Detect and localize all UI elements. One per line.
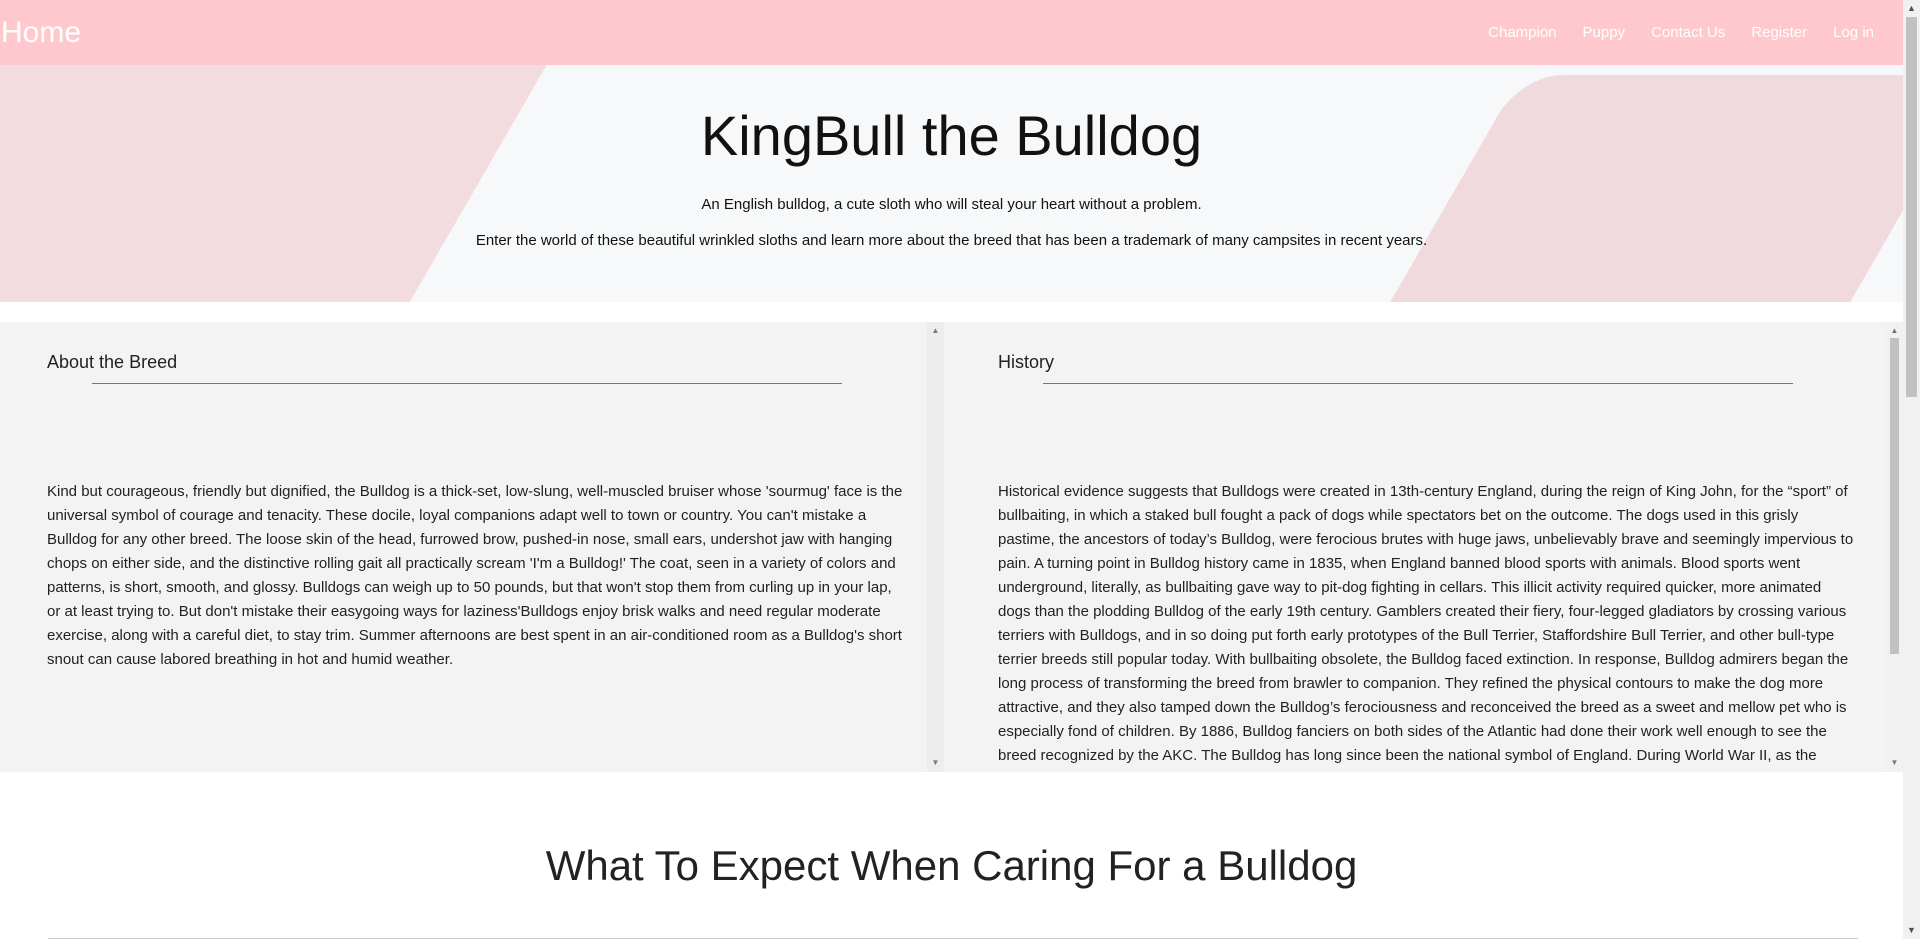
nav-links: Champion Puppy Contact Us Register Log i… bbox=[1475, 0, 1903, 65]
scroll-up-icon[interactable]: ▲ bbox=[1903, 0, 1920, 17]
hero-section: KingBull the Bulldog An English bulldog,… bbox=[0, 65, 1903, 302]
scroll-down-icon[interactable]: ▼ bbox=[927, 756, 944, 770]
history-text: Historical evidence suggests that Bulldo… bbox=[998, 483, 1854, 772]
history-scrollbar[interactable]: ▲ ▼ bbox=[1886, 322, 1903, 772]
history-title: History bbox=[998, 352, 1055, 372]
hero-title: KingBull the Bulldog bbox=[700, 104, 1203, 167]
about-text: Kind but courageous, friendly but dignif… bbox=[47, 483, 903, 668]
scroll-down-icon[interactable]: ▼ bbox=[1886, 756, 1903, 770]
about-divider bbox=[92, 383, 842, 384]
history-scrollbar-thumb[interactable] bbox=[1890, 338, 1899, 654]
care-title: What To Expect When Caring For a Bulldog bbox=[545, 842, 1358, 889]
scroll-down-icon[interactable]: ▼ bbox=[1903, 922, 1920, 939]
care-section: What To Expect When Caring For a Bulldog bbox=[0, 772, 1903, 939]
history-panel[interactable]: History Historical evidence suggests tha… bbox=[952, 322, 1903, 772]
about-title: About the Breed bbox=[47, 352, 178, 372]
hero-subtitle: An English bulldog, a cute sloth who wil… bbox=[701, 196, 1202, 213]
nav-link-log-in[interactable]: Log in bbox=[1820, 0, 1887, 65]
scroll-up-icon[interactable]: ▲ bbox=[927, 324, 944, 338]
nav-link-register[interactable]: Register bbox=[1738, 0, 1820, 65]
page: Home Champion Puppy Contact Us Register … bbox=[0, 0, 1903, 939]
window-scrollbar[interactable]: ▲ ▼ bbox=[1903, 0, 1920, 939]
about-scrollbar[interactable]: ▲ ▼ bbox=[927, 322, 944, 772]
scroll-up-icon[interactable]: ▲ bbox=[1886, 324, 1903, 338]
brand-home-link[interactable]: Home bbox=[0, 16, 81, 50]
about-panel[interactable]: About the Breed Kind but courageous, fri… bbox=[0, 322, 952, 772]
window-scrollbar-thumb[interactable] bbox=[1906, 17, 1917, 397]
nav-link-champion[interactable]: Champion bbox=[1475, 0, 1569, 65]
nav-link-puppy[interactable]: Puppy bbox=[1570, 0, 1639, 65]
info-panels: About the Breed Kind but courageous, fri… bbox=[0, 322, 1903, 772]
history-divider bbox=[1043, 383, 1793, 384]
navbar: Home Champion Puppy Contact Us Register … bbox=[0, 0, 1903, 65]
hero-decor-shape-left bbox=[0, 65, 582, 302]
nav-link-contact-us[interactable]: Contact Us bbox=[1638, 0, 1738, 65]
hero-subtitle-secondary: Enter the world of these beautiful wrink… bbox=[475, 232, 1428, 249]
